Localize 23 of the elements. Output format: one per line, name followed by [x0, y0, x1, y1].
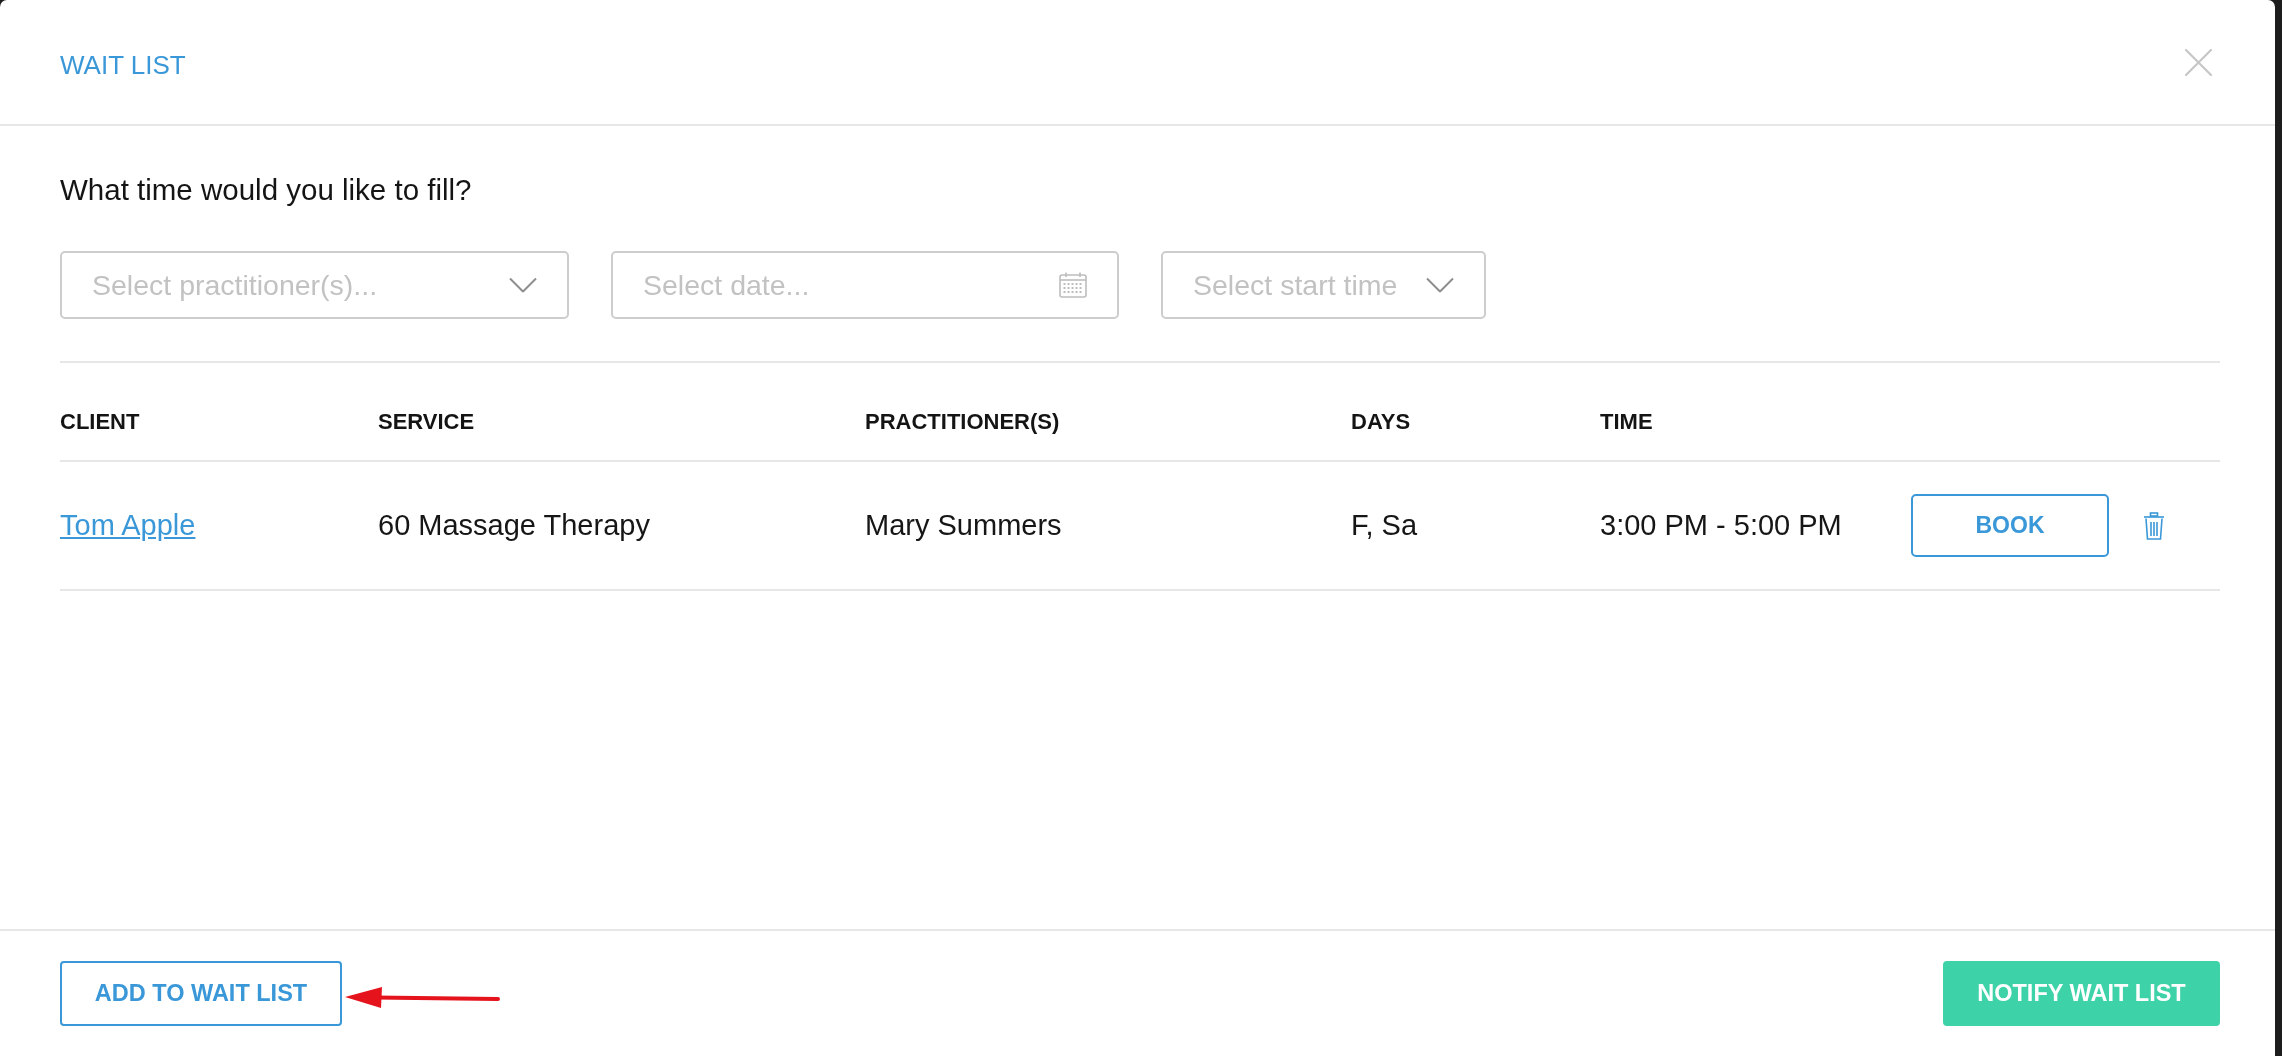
- close-icon[interactable]: [2185, 48, 2212, 76]
- chevron-down-icon: [509, 277, 537, 293]
- client-link[interactable]: Tom Apple: [60, 509, 196, 542]
- question-text: What time would you like to fill?: [60, 173, 472, 207]
- chevron-down-icon: [1426, 277, 1454, 293]
- select-field[interactable]: Select practitioner(s)...: [60, 251, 569, 319]
- column-header: SERVICE: [378, 409, 475, 435]
- add-to-wait-list-button[interactable]: ADD TO WAIT LIST: [60, 961, 342, 1026]
- select-field[interactable]: Select start time: [1161, 251, 1486, 319]
- column-header: TIME: [1600, 409, 1653, 435]
- service-cell: 60 Massage Therapy: [378, 509, 650, 542]
- book-button[interactable]: BOOK: [1911, 494, 2109, 557]
- days-cell: F, Sa: [1351, 509, 1418, 542]
- practitioner-cell: Mary Summers: [865, 509, 1062, 542]
- column-header: DAYS: [1351, 409, 1411, 435]
- notify-wait-list-button[interactable]: NOTIFY WAIT LIST: [1943, 961, 2220, 1026]
- dialog-title: WAIT LIST: [60, 48, 186, 81]
- date-field[interactable]: Select date...: [611, 251, 1119, 319]
- trash-icon[interactable]: [2143, 511, 2165, 540]
- time-cell: 3:00 PM - 5:00 PM: [1600, 509, 1842, 542]
- column-header: PRACTITIONER(S): [865, 409, 1060, 435]
- column-header: CLIENT: [60, 409, 140, 435]
- calendar-icon: [1059, 272, 1087, 298]
